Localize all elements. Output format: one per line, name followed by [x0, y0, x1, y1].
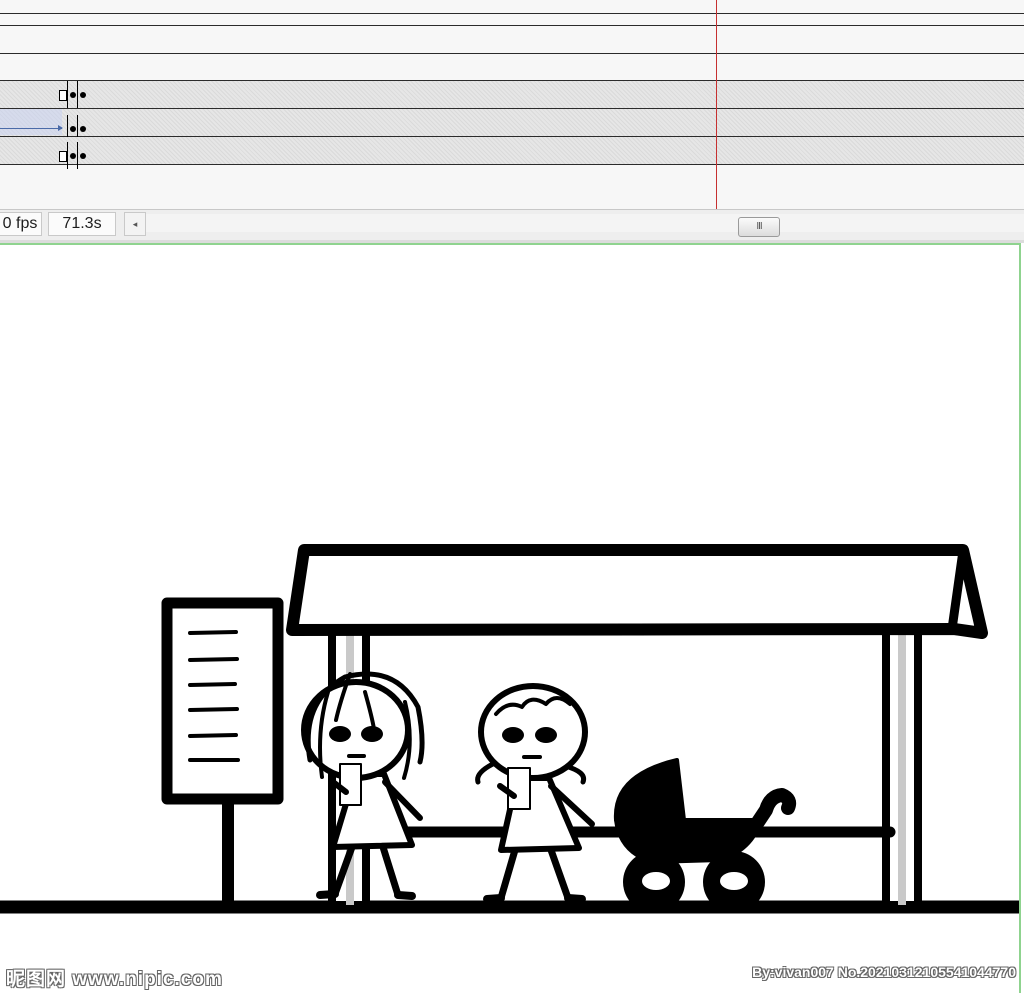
watermark-right: By:vivan007 No.20210312105541044770	[752, 964, 1016, 980]
tween-arrow-icon	[0, 125, 63, 131]
scroll-left-icon[interactable]: ◂	[124, 212, 146, 236]
tween-span	[0, 109, 62, 135]
stage-artwork	[0, 544, 1019, 914]
layer-row-3[interactable]	[0, 137, 1024, 169]
keyframe-group[interactable]	[59, 142, 91, 169]
layer-row-1[interactable]	[0, 81, 1024, 109]
scrollbar-thumb[interactable]: III	[738, 217, 780, 237]
keyframe-icon	[80, 126, 86, 132]
layer-row-2[interactable]	[0, 109, 1024, 142]
keyframe-icon	[80, 153, 86, 159]
keyframe-group[interactable]	[59, 81, 91, 108]
empty-keyframe-icon	[59, 90, 67, 101]
timeline-divider	[0, 25, 1024, 26]
keyframe-icon	[70, 126, 76, 132]
stage-canvas[interactable]	[0, 243, 1021, 993]
watermark-left: 昵图网 www.nipic.com	[6, 969, 223, 990]
timeline-divider	[0, 53, 1024, 54]
keyframe-icon	[70, 92, 76, 98]
horizontal-scrollbar[interactable]: III	[146, 214, 1024, 237]
timeline-panel: 0 fps 71.3s ◂ III	[0, 0, 1024, 240]
fps-display: 0 fps	[0, 212, 42, 236]
timeline-frame-ruler	[0, 13, 1024, 14]
elapsed-time-display: 71.3s	[48, 212, 116, 236]
bus-stop-sign	[161, 597, 284, 909]
keyframe-icon	[70, 153, 76, 159]
keyframe-group[interactable]	[59, 115, 91, 142]
girl-figure-middle	[475, 683, 595, 903]
timeline-status-bar: 0 fps 71.3s ◂ III	[0, 209, 1024, 240]
empty-keyframe-icon	[59, 151, 67, 162]
keyframe-icon	[80, 92, 86, 98]
playhead[interactable]	[716, 0, 717, 210]
